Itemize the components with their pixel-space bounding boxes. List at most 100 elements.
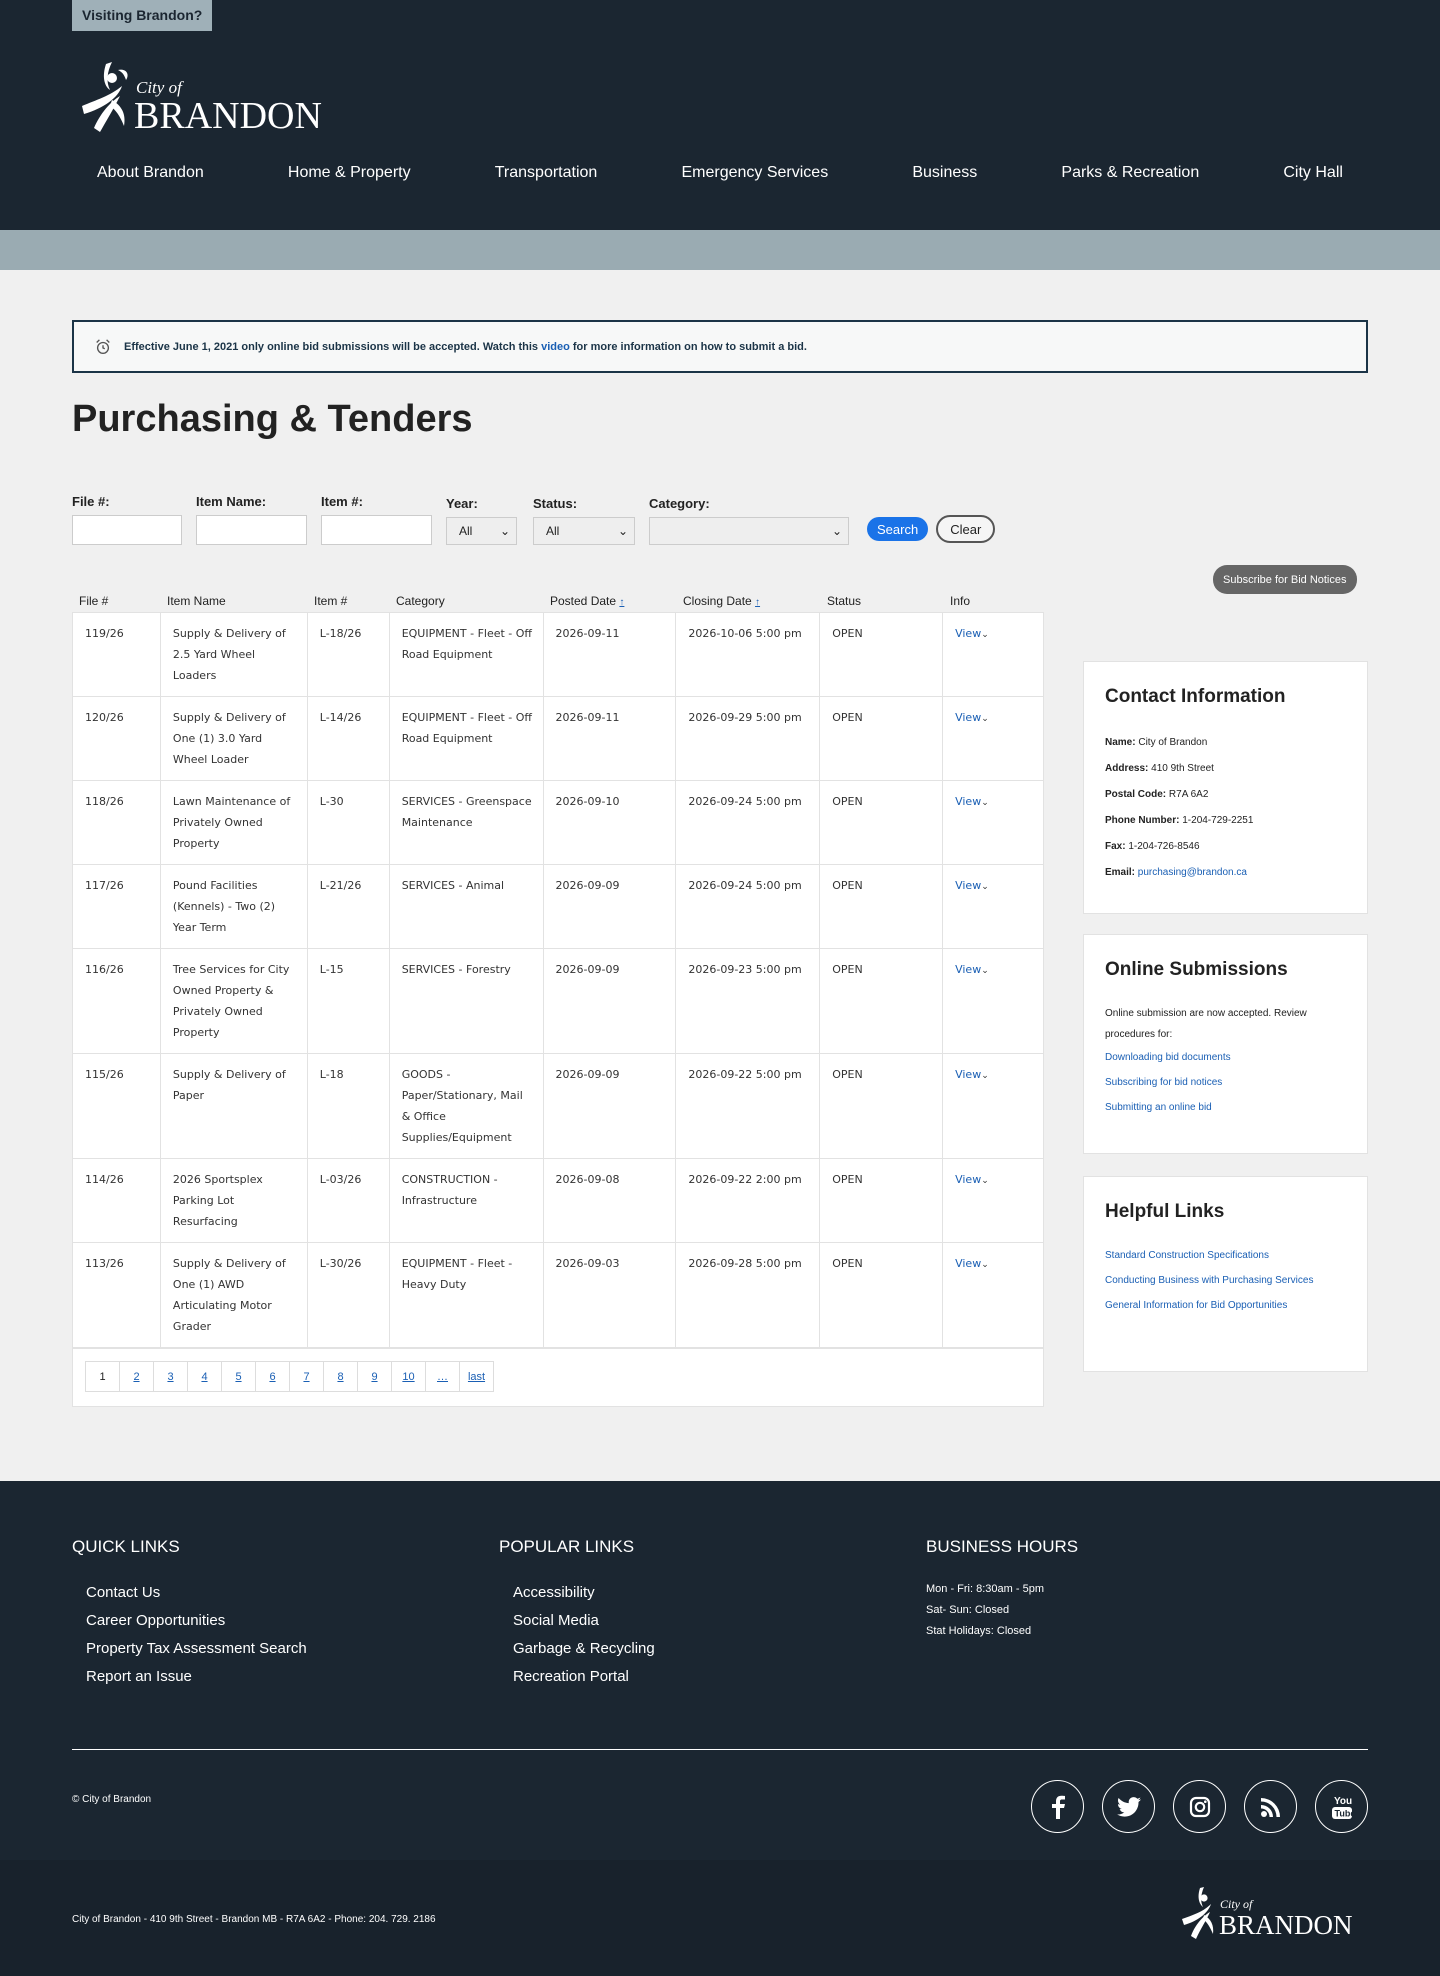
instagram-icon[interactable] [1173, 1780, 1226, 1833]
quick-links-title: QUICK LINKS [72, 1537, 180, 1556]
facebook-icon[interactable] [1031, 1780, 1084, 1833]
chevron-down-icon[interactable]: ⌄ [981, 966, 989, 976]
page-link[interactable]: 4 [187, 1361, 222, 1392]
contact-postal-value: R7A 6A2 [1168, 789, 1209, 800]
closing-date-cell: 2026-09-22 5:00 pm [676, 1054, 821, 1158]
file-number-input[interactable] [72, 515, 182, 545]
youtube-icon[interactable]: You Tube [1315, 1780, 1368, 1833]
subscribe-bid-notices-button[interactable]: Subscribe for Bid Notices [1213, 565, 1357, 594]
page-link[interactable]: 2 [119, 1361, 154, 1392]
copyright-link[interactable]: City of Brandon [82, 1794, 151, 1805]
notice-text: Effective June 1, 2021 only online bid s… [124, 341, 807, 353]
nav-business[interactable]: Business [887, 164, 1002, 182]
table-row: 116/26 Tree Services for City Owned Prope… [73, 949, 1043, 1054]
sort-arrow-icon[interactable]: ↑ [755, 597, 760, 608]
chevron-down-icon[interactable]: ⌄ [981, 630, 989, 640]
general-information-link[interactable]: General Information for Bid Opportunitie… [1105, 1295, 1346, 1316]
page-link[interactable]: 6 [255, 1361, 290, 1392]
pagination: 1 2 3 4 5 6 7 8 9 10… last [72, 1349, 1044, 1407]
garbage-recycling-link[interactable]: Garbage & Recycling [513, 1635, 655, 1663]
page-link[interactable]: 5 [221, 1361, 256, 1392]
conducting-business-link[interactable]: Conducting Business with Purchasing Serv… [1105, 1270, 1346, 1291]
item-number-cell: L-14/26 [308, 697, 390, 780]
view-link[interactable]: View [955, 879, 981, 892]
logo-brandon: BRANDON [134, 95, 322, 136]
view-link[interactable]: View [955, 795, 981, 808]
nav-parks-recreation[interactable]: Parks & Recreation [1036, 164, 1224, 182]
header-category: Category [396, 594, 445, 608]
header-closing-date[interactable]: Closing Date ↑ [676, 594, 820, 608]
nav-city-hall[interactable]: City Hall [1258, 164, 1368, 182]
chevron-down-icon[interactable]: ⌄ [981, 1176, 989, 1186]
table-row: 113/26 Supply & Delivery of One (1) AWD A… [73, 1243, 1043, 1348]
site-footer: QUICK LINKS Contact Us Career Opportunit… [0, 1481, 1440, 1860]
page-link[interactable]: last [459, 1361, 494, 1392]
report-issue-link[interactable]: Report an Issue [86, 1663, 307, 1691]
sort-arrow-icon[interactable]: ↑ [619, 597, 624, 608]
downloading-bid-documents-link[interactable]: Downloading bid documents [1105, 1047, 1346, 1068]
page-link[interactable]: 8 [323, 1361, 358, 1392]
view-link[interactable]: View [955, 1068, 981, 1081]
city-logo[interactable]: City of BRANDON [74, 56, 354, 136]
item-number-cell: L-18 [308, 1054, 390, 1158]
category-cell: EQUIPMENT - Fleet - Off Road Equipment [390, 613, 544, 696]
view-link[interactable]: View [955, 711, 981, 724]
item-name-input[interactable] [196, 515, 307, 545]
career-opportunities-link[interactable]: Career Opportunities [86, 1607, 307, 1635]
view-link[interactable]: View [955, 1257, 981, 1270]
header-posted-date[interactable]: Posted Date ↑ [543, 594, 676, 608]
notice-video-link[interactable]: video [541, 341, 570, 353]
chevron-down-icon[interactable]: ⌄ [981, 714, 989, 724]
page-link[interactable]: … [425, 1361, 460, 1392]
contact-fax-label: Fax: [1105, 841, 1126, 852]
recreation-portal-link[interactable]: Recreation Portal [513, 1663, 655, 1691]
file-number-label: File #: [72, 494, 110, 509]
twitter-icon[interactable] [1102, 1780, 1155, 1833]
info-cell: View⌄ [943, 697, 1043, 780]
chevron-down-icon[interactable]: ⌄ [981, 1071, 989, 1081]
clear-button[interactable]: Clear [936, 515, 996, 543]
file-cell: 115/26 [73, 1054, 161, 1158]
year-filter: Year: All ⌄ [446, 496, 517, 545]
contact-title: Contact Information [1105, 686, 1286, 707]
view-link[interactable]: View [955, 1173, 981, 1186]
chevron-down-icon[interactable]: ⌄ [981, 882, 989, 892]
page-link[interactable]: 9 [357, 1361, 392, 1392]
table-row: 118/26 Lawn Maintenance of Privately Owne… [73, 781, 1043, 865]
visiting-brandon-link[interactable]: Visiting Brandon? [72, 0, 213, 31]
hours-stat: Stat Holidays: Closed [926, 1625, 1032, 1637]
subscribing-bid-notices-link[interactable]: Subscribing for bid notices [1105, 1072, 1346, 1093]
nav-emergency-services[interactable]: Emergency Services [656, 164, 853, 182]
footer-city-logo[interactable]: City of BRANDON [1178, 1882, 1368, 1942]
item-name-cell: 2026 Sportsplex Parking Lot Resurfacing [161, 1159, 308, 1242]
main-content: Effective June 1, 2021 only online bid s… [0, 270, 1440, 1481]
property-tax-link[interactable]: Property Tax Assessment Search [86, 1635, 307, 1663]
page-link[interactable]: 7 [289, 1361, 324, 1392]
closing-date-cell: 2026-09-29 5:00 pm [676, 697, 821, 780]
page-link[interactable]: 3 [153, 1361, 188, 1392]
popular-links: POPULAR LINKS Accessibility Social Media… [499, 1537, 655, 1691]
chevron-down-icon[interactable]: ⌄ [981, 798, 989, 808]
rss-icon[interactable] [1244, 1780, 1297, 1833]
social-media-link[interactable]: Social Media [513, 1607, 655, 1635]
tenders-table: File # Item Name Item # Category Posted … [72, 590, 1044, 1407]
contact-email: Email: purchasing@brandon.ca [1105, 860, 1346, 886]
view-link[interactable]: View [955, 963, 981, 976]
view-link[interactable]: View [955, 627, 981, 640]
nav-home-property[interactable]: Home & Property [263, 164, 436, 182]
submitting-online-bid-link[interactable]: Submitting an online bid [1105, 1097, 1346, 1118]
item-number-input[interactable] [321, 515, 432, 545]
header-item-name: Item Name [167, 594, 226, 608]
contact-email-link[interactable]: purchasing@brandon.ca [1138, 867, 1247, 878]
search-button[interactable]: Search [867, 517, 929, 541]
accessibility-link[interactable]: Accessibility [513, 1579, 655, 1607]
chevron-down-icon[interactable]: ⌄ [981, 1260, 989, 1270]
contact-us-link[interactable]: Contact Us [86, 1579, 307, 1607]
nav-about-brandon[interactable]: About Brandon [72, 164, 229, 182]
year-select[interactable]: All ⌄ [446, 517, 517, 545]
standard-construction-specs-link[interactable]: Standard Construction Specifications [1105, 1245, 1346, 1266]
nav-transportation[interactable]: Transportation [470, 164, 623, 182]
category-select[interactable]: ⌄ [649, 517, 849, 545]
status-select[interactable]: All ⌄ [533, 517, 635, 545]
page-link[interactable]: 10 [391, 1361, 426, 1392]
